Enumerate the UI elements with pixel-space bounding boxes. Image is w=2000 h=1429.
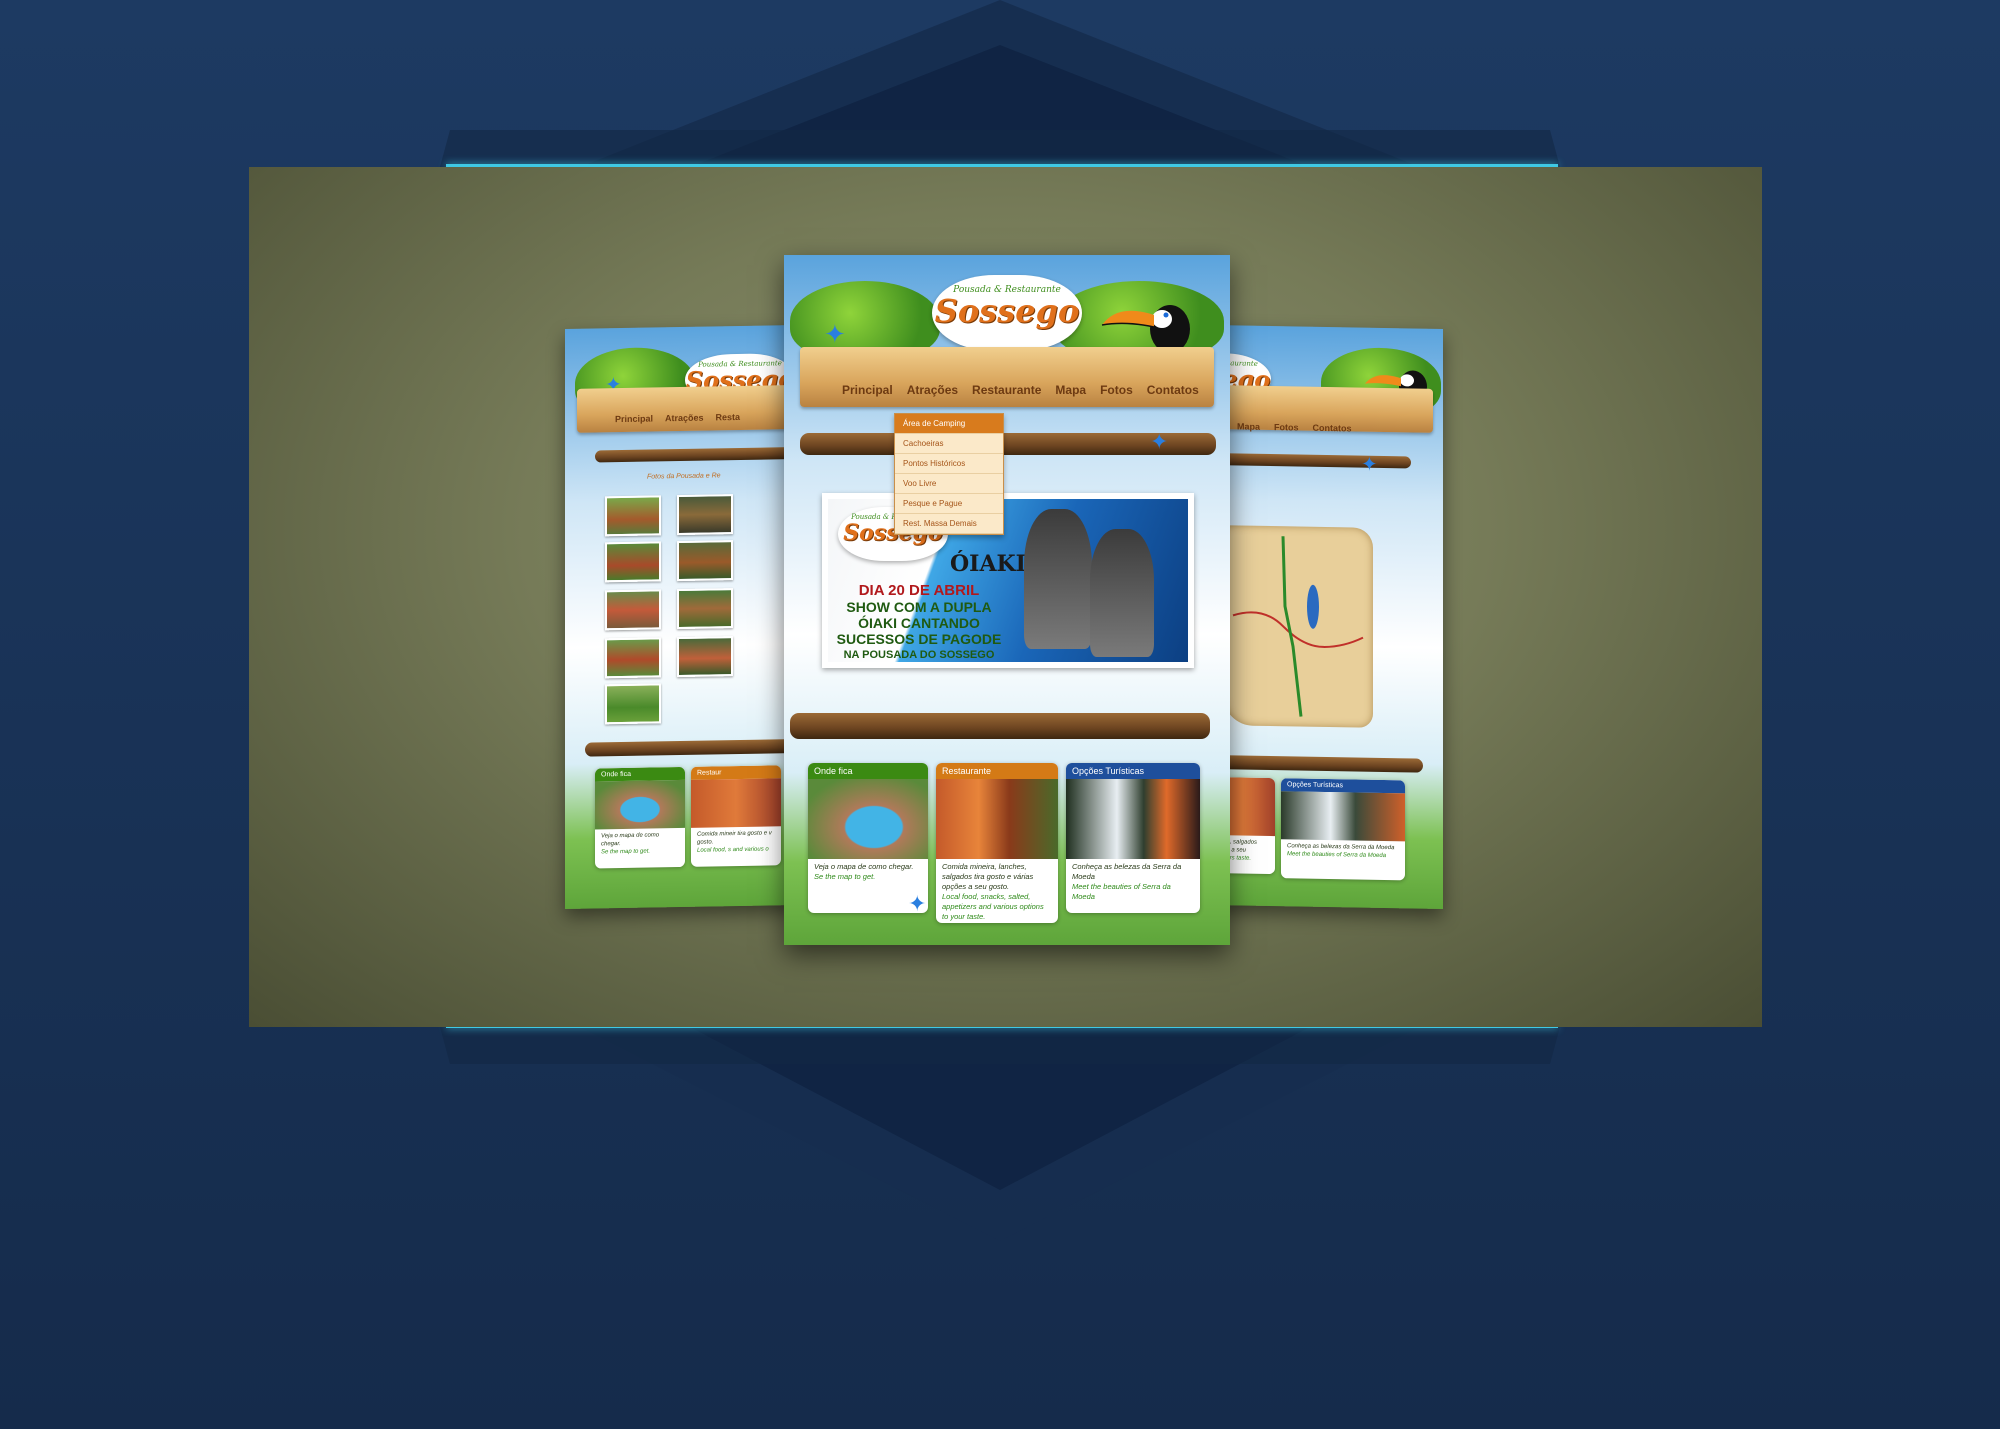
mockup-page-photos: ✦ Pousada & Restaurante Sossego Principa… <box>565 324 797 910</box>
dropdown-item[interactable]: Área de Camping <box>895 414 1003 434</box>
pool-photo <box>595 779 685 830</box>
butterfly-icon: ✦ <box>1361 453 1378 476</box>
nav-item[interactable]: Resta <box>716 412 741 422</box>
card-text: Conheça as belezas da Serra da Moeda Mee… <box>1281 839 1405 863</box>
section-title: Fotos da Pousada e Re <box>647 472 721 481</box>
card-text-en: Meet the beauties of Serra da Moeda <box>1072 882 1171 901</box>
logo: Pousada & Restaurante Sossego <box>932 275 1082 351</box>
card-opcoes-turisticas[interactable]: Opções Turísticas Conheça as belezas da … <box>1066 763 1200 913</box>
photo-thumbnail[interactable] <box>605 683 661 725</box>
card-text-pt: Comida mineira, lanches, salgados tira g… <box>942 862 1034 891</box>
photo-thumbnail[interactable] <box>677 540 733 582</box>
waterfall-photo <box>1281 791 1405 842</box>
card-text: Veja o mapa de como chegar. Se the map t… <box>595 828 685 860</box>
dropdown-item[interactable]: Cachoeiras <box>895 434 1003 454</box>
route-map <box>1223 525 1373 728</box>
card-text-pt: Veja o mapa de como chegar. <box>814 862 914 871</box>
butterfly-icon: ✦ <box>1150 429 1169 454</box>
branch-divider <box>1211 754 1423 773</box>
photo-thumbnail[interactable] <box>605 541 661 583</box>
card-text-en: Se the map to get. <box>601 848 651 856</box>
nav-item[interactable]: Contatos <box>1313 423 1352 434</box>
mockup-page-home: ✦ Pousada & Restaurante Sossego Principa… <box>784 255 1230 945</box>
branch-divider <box>790 713 1210 739</box>
butterfly-icon: ✦ <box>824 319 846 349</box>
band-name: ÓIAKI <box>950 551 1026 577</box>
photo-thumbnail[interactable] <box>677 494 733 536</box>
dropdown-item[interactable]: Voo Livre <box>895 474 1003 494</box>
dropdown-item[interactable]: Pontos Históricos <box>895 454 1003 474</box>
card-restaurante[interactable]: Restaurante Comida mineira, lanches, sal… <box>936 763 1058 923</box>
card-restaurante[interactable]: Restaur Comida mineir tira gosto e v gos… <box>691 765 781 867</box>
card-title: Onde fica <box>808 763 928 779</box>
restaurant-photo <box>936 779 1058 859</box>
atracoes-dropdown: Área de Camping Cachoeiras Pontos Histór… <box>894 413 1004 535</box>
nav-plank <box>577 384 797 433</box>
photo-thumbnail[interactable] <box>677 636 733 678</box>
card-text: Veja o mapa de como chegar. Se the map t… <box>808 859 928 885</box>
pool-photo <box>808 779 928 859</box>
waterfall-photo <box>1066 779 1200 859</box>
card-text-pt: Comida mineir tira gosto e v gosto. <box>697 830 772 846</box>
nav-atracoes[interactable]: Atrações <box>907 383 958 397</box>
banner-line: DIA 20 DE ABRIL <box>858 582 980 599</box>
nav-item[interactable]: Principal <box>615 413 653 424</box>
nav-item[interactable]: Fotos <box>1274 422 1299 432</box>
dropdown-item[interactable]: Pesque e Pague <box>895 494 1003 514</box>
restaurant-photo <box>691 778 781 828</box>
card-text: Comida mineir tira gosto e v gosto. Loca… <box>691 826 781 858</box>
banner-line: SUCESSOS DE PAGODE <box>836 631 1002 647</box>
mockup-stage: ✦ Pousada & Restaurante Sossego Principa… <box>249 167 1762 1027</box>
card-text-en: Local food, s and various o <box>697 846 769 854</box>
photo-thumbnail[interactable] <box>605 495 661 537</box>
card-text-pt: Veja o mapa de como chegar. <box>601 832 660 848</box>
banner-headline: DIA 20 DE ABRIL SHOW COM A DUPLA ÓIAKI C… <box>834 583 1004 662</box>
branch-divider <box>1211 452 1411 469</box>
nav-fotos[interactable]: Fotos <box>1100 383 1133 397</box>
card-opcoes-turisticas[interactable]: Opções Turísticas Conheça as belezas da … <box>1281 778 1405 881</box>
singer-photo <box>1090 529 1154 657</box>
mockup-page-map: Pousada & Restaurante Sossego Mapa Fotos… <box>1211 324 1443 910</box>
dropdown-item[interactable]: Rest. Massa Demais <box>895 514 1003 534</box>
card-text-en: Local food, snacks, salted, appetizers a… <box>942 892 1044 921</box>
nav-menu: Mapa Fotos Contatos <box>1237 421 1352 433</box>
card-text-en: Meet the beauties of Serra da Moeda <box>1287 851 1387 860</box>
map-routes <box>1232 536 1364 717</box>
card-title: Opções Turísticas <box>1066 763 1200 779</box>
banner-line: ÓIAKI CANTANDO <box>858 615 980 631</box>
singer-photo <box>1024 509 1092 649</box>
banner-line: NA POUSADA DO SOSSEGO <box>843 649 995 661</box>
card-text: Comida mineira, lanches, salgados tira g… <box>936 859 1058 923</box>
branch-divider <box>595 447 795 463</box>
photo-thumbnail[interactable] <box>677 588 733 630</box>
nav-plank <box>800 347 1214 407</box>
branch-divider <box>585 738 797 757</box>
nav-contatos[interactable]: Contatos <box>1147 383 1199 397</box>
card-title: Restaurante <box>936 763 1058 779</box>
photo-thumbnail[interactable] <box>605 637 661 679</box>
nav-item[interactable]: Mapa <box>1237 421 1260 431</box>
banner-content: Pousada & Restaurante Sossego ÓIAKI DIA … <box>828 499 1188 662</box>
nav-restaurante[interactable]: Restaurante <box>972 383 1041 397</box>
card-onde-fica[interactable]: Onde fica Veja o mapa de como chegar. Se… <box>595 766 685 869</box>
nav-principal[interactable]: Principal <box>842 383 893 397</box>
photo-thumbnail[interactable] <box>605 589 661 631</box>
card-text-en: Se the map to get. <box>814 872 876 881</box>
banner-line: SHOW COM A DUPLA <box>846 599 992 615</box>
nav-item[interactable]: Atrações <box>665 413 704 424</box>
card-text: Conheça as belezas da Serra da Moeda Mee… <box>1066 859 1200 905</box>
butterfly-icon: ✦ <box>908 891 927 916</box>
nav-mapa[interactable]: Mapa <box>1055 383 1086 397</box>
card-text-pt: Conheça as belezas da Serra da Moeda <box>1072 862 1182 881</box>
event-banner[interactable]: Pousada & Restaurante Sossego ÓIAKI DIA … <box>822 493 1194 668</box>
main-nav: Principal Atrações Restaurante Mapa Foto… <box>842 383 1199 397</box>
logo-name: Sossego <box>934 292 1080 330</box>
